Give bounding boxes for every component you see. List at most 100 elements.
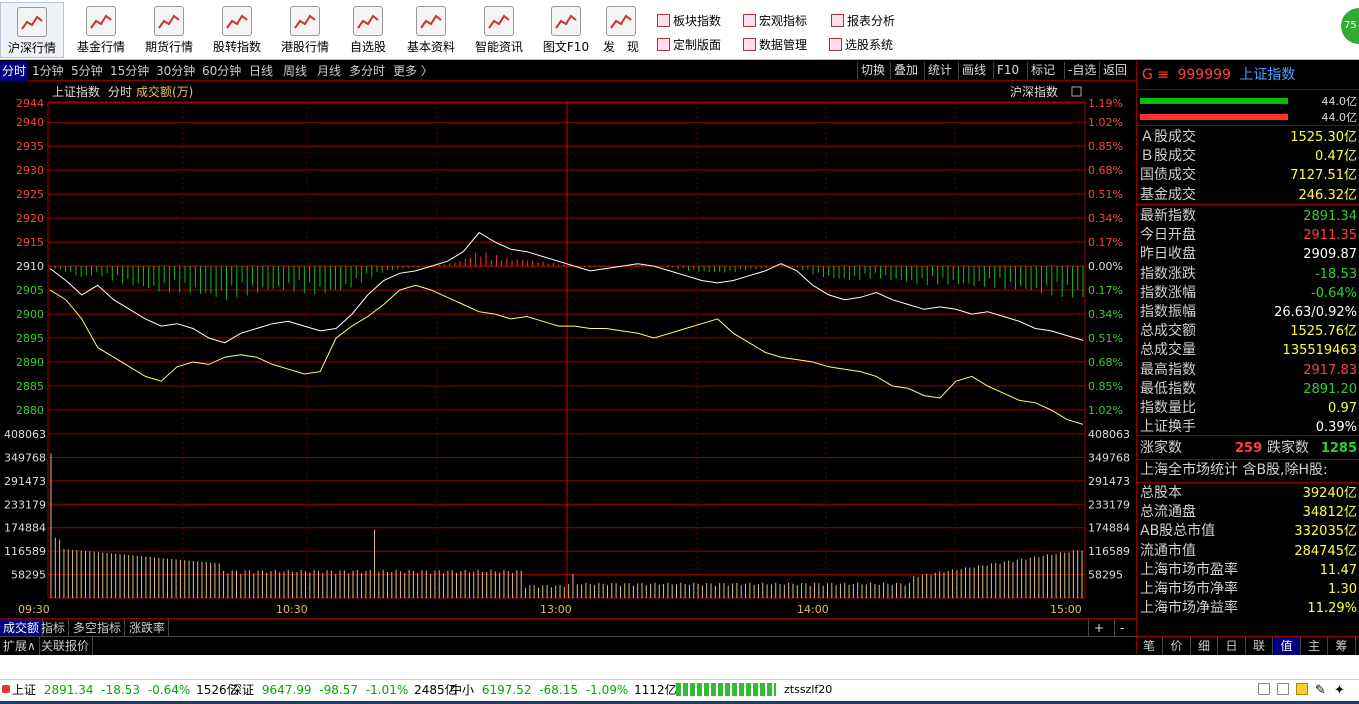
indicator-tab-3[interactable]: 涨跌率 — [126, 619, 170, 637]
toolbar-button-label: 基本资料 — [406, 40, 455, 54]
price-tick-label: 2910 — [16, 260, 44, 273]
quote-panel-tabs: 笔价细日联值主筹 — [1136, 636, 1359, 655]
alert-icon[interactable] — [1296, 683, 1308, 695]
period-tab-1[interactable]: 1分钟 — [32, 61, 64, 81]
document-icon — [551, 6, 581, 36]
indicator-tab-2[interactable]: 多空指标 — [70, 619, 126, 637]
indicator-tab-0[interactable]: 成交额 — [0, 619, 44, 637]
rows1-row: 基金成交 246.32亿 — [1137, 186, 1359, 205]
pct-tick-label: 1.02% — [1088, 404, 1123, 417]
quote-label: AB股总市值 — [1140, 523, 1216, 540]
chart-tool-4[interactable]: F10 — [993, 62, 1022, 79]
pct-tick-label: 0.85% — [1088, 140, 1123, 153]
chart-tool-5[interactable]: 标记 — [1027, 62, 1058, 79]
toolbar-link-3[interactable]: 定制版面 — [657, 36, 721, 54]
volume-tick-label-right: 349768 — [1088, 451, 1130, 464]
indicator-tab-1[interactable]: 指标 — [38, 619, 70, 637]
indicator-tabs: + - 成交额 指标 多空指标 涨跌率 — [0, 618, 1136, 637]
toolbar-button-3[interactable]: 股转指数 — [201, 2, 273, 58]
period-tab-8[interactable]: 月线 — [317, 61, 341, 81]
period-tab-5[interactable]: 60分钟 — [202, 61, 241, 81]
toolbar-button-9[interactable]: 发 现 — [598, 2, 644, 58]
toolbar-button-7[interactable]: 智能资讯 — [463, 2, 535, 58]
quote-tab-3[interactable]: 日 — [1219, 637, 1246, 655]
status-sz[interactable]: 深证 9647.99 -98.57 -1.01% 2485亿 — [230, 680, 457, 700]
chart-tool-0[interactable]: 切换 — [857, 62, 888, 79]
toolbar-button-label: 智能资讯 — [474, 40, 523, 54]
period-tab-3[interactable]: 15分钟 — [110, 61, 149, 81]
quote-label: 今日开盘 — [1140, 227, 1196, 244]
quote-tab-5[interactable]: 值 — [1273, 637, 1301, 655]
price-tick-label: 2944 — [16, 97, 44, 110]
quote-label: 最高指数 — [1140, 361, 1196, 378]
toolbar-button-1[interactable]: 基金行情 — [65, 2, 137, 58]
quote-value: 34812亿 — [1302, 505, 1357, 521]
breadth-value: 44.0亿 — [1321, 95, 1358, 108]
period-tab-10[interactable]: 更多 〉 — [393, 61, 433, 81]
quote-tab-6[interactable]: 主 — [1301, 637, 1328, 655]
quote-value: 2909.87 — [1303, 247, 1357, 263]
volume-tick-label: 408063 — [4, 428, 46, 441]
toolbar-button-2[interactable]: 期货行情 — [133, 2, 205, 58]
quote-value: 1525.30亿 — [1290, 130, 1357, 145]
quote-tab-4[interactable]: 联 — [1246, 637, 1273, 655]
window-icon[interactable] — [1258, 683, 1270, 695]
macro-icon — [743, 14, 756, 27]
zoom-in-button[interactable]: + — [1088, 619, 1109, 637]
chart-tool-2[interactable]: 统计 — [924, 62, 955, 79]
toolbar-link-4[interactable]: 数据管理 — [743, 36, 807, 54]
toolbar-link-5[interactable]: 选股系统 — [829, 36, 893, 54]
quote-label: 指数涨幅 — [1140, 284, 1196, 301]
discover-chart-icon — [606, 6, 636, 36]
toolbar-button-5[interactable]: 自选股 — [337, 2, 399, 58]
toolbar-button-label: 期货行情 — [144, 40, 193, 54]
quote-label: 指数量比 — [1140, 400, 1196, 416]
status-sh[interactable]: 上证 2891.34 -18.53 -0.64% 1526亿 — [12, 680, 239, 700]
tools-icon[interactable]: ✎ — [1315, 681, 1326, 701]
list-icon[interactable] — [1277, 683, 1289, 695]
status-zx[interactable]: 中小 6197.52 -68.15 -1.09% 1112亿 — [450, 680, 677, 700]
toolbar-link-2[interactable]: 报表分析 — [831, 12, 895, 30]
rows3-row: 流通市值 284745亿 — [1137, 542, 1359, 561]
price-tick-label: 2940 — [16, 116, 44, 129]
toolbar-link-0[interactable]: 板块指数 — [657, 12, 721, 30]
toolbar-button-6[interactable]: 基本资料 — [395, 2, 467, 58]
chart-tool-1[interactable]: 叠加 — [890, 62, 921, 79]
quote-tab-0[interactable]: 笔 — [1136, 637, 1163, 655]
toolbar-button-4[interactable]: 港股行情 — [269, 2, 341, 58]
sz-pct: -1.01% — [365, 683, 409, 697]
ext-tab-1[interactable]: 关联报价 — [38, 637, 94, 655]
toolbar-button-8[interactable]: 图文F10 — [530, 2, 602, 58]
settings-icon[interactable]: ✦ — [1334, 681, 1345, 701]
period-tab-7[interactable]: 周线 — [283, 61, 307, 81]
chart-tool-6[interactable]: -自选 — [1064, 62, 1099, 79]
quote-tab-1[interactable]: 价 — [1164, 637, 1191, 655]
quote-label: 昨日收盘 — [1140, 246, 1196, 263]
pct-tick-label: 0.85% — [1088, 380, 1123, 393]
chart-header-1: 分时 — [108, 85, 132, 99]
ext-tab-0[interactable]: 扩展∧ — [0, 637, 40, 655]
zx-change: -68.15 — [539, 683, 578, 697]
toolbar-button-label: 股转指数 — [212, 40, 261, 54]
period-tab-0[interactable]: 分时 — [0, 61, 29, 81]
chart-tool-7[interactable]: 返回 — [1099, 62, 1130, 79]
period-tab-2[interactable]: 5分钟 — [71, 61, 103, 81]
volume-tick-label: 116589 — [4, 545, 46, 558]
quote-value: -18.53 — [1315, 266, 1357, 282]
pct-tick-label: 0.34% — [1088, 212, 1123, 225]
toolbar-button-0[interactable]: 沪深行情 — [0, 2, 64, 58]
rows2-row: 总成交额 1525.76亿 — [1137, 322, 1359, 341]
period-tab-4[interactable]: 30分钟 — [156, 61, 195, 81]
rows3-row: 上海市场市净率 1.30 — [1137, 580, 1359, 599]
quote-tab-2[interactable]: 细 — [1191, 637, 1218, 655]
zoom-out-button[interactable]: - — [1114, 619, 1129, 637]
toolbar-link-1[interactable]: 宏观指标 — [743, 12, 807, 30]
chart-tool-3[interactable]: 画线 — [958, 62, 989, 79]
pct-tick-label: 1.19% — [1088, 97, 1123, 110]
quote-tab-7[interactable]: 筹 — [1329, 637, 1356, 655]
quote-label: 上海市场市净率 — [1140, 581, 1238, 597]
quote-value: 284745亿 — [1294, 543, 1357, 559]
quote-name: 上证指数 — [1239, 67, 1296, 83]
period-tab-9[interactable]: 多分时 — [349, 61, 385, 81]
period-tab-6[interactable]: 日线 — [249, 61, 273, 81]
